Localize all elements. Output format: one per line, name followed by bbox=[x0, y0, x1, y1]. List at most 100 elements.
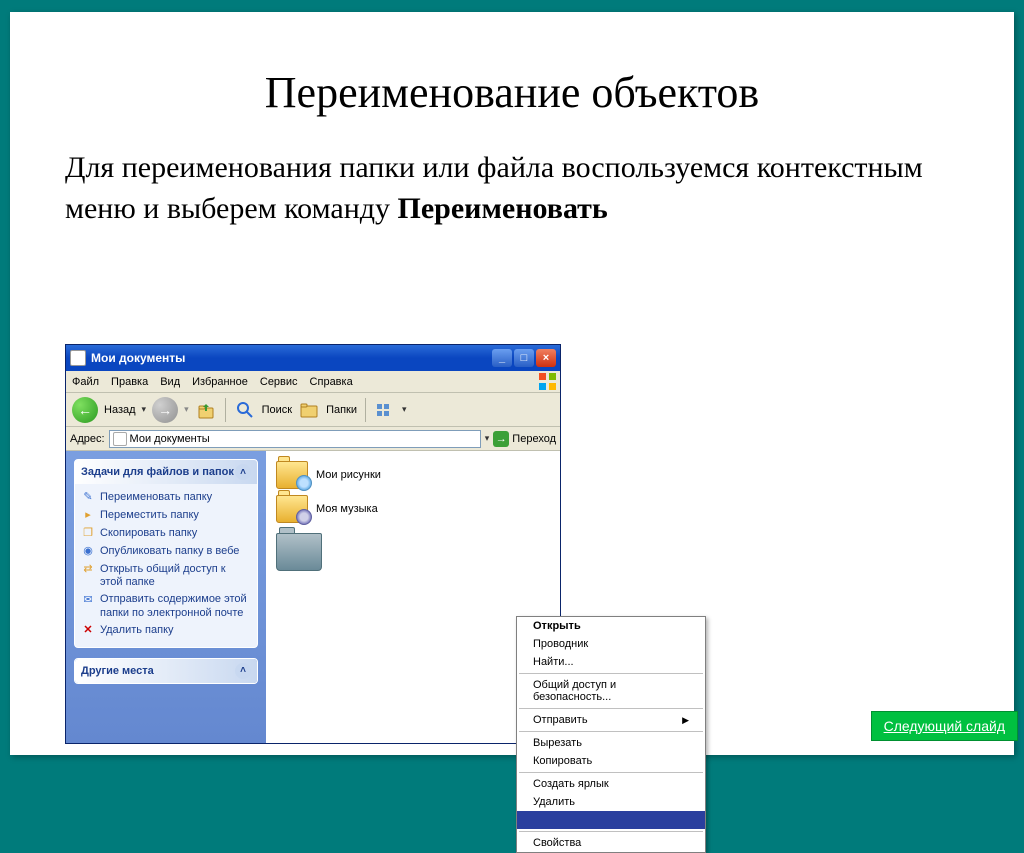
context-send-to[interactable]: Отправить▶ bbox=[517, 711, 705, 729]
menu-tools[interactable]: Сервис bbox=[260, 376, 298, 388]
search-icon[interactable] bbox=[234, 399, 256, 421]
folder-label: Моя музыка bbox=[316, 503, 378, 515]
menu-item-label: Найти... bbox=[533, 656, 574, 668]
collapse-icon: ˄ bbox=[235, 663, 251, 679]
context-open[interactable]: Открыть bbox=[517, 617, 705, 635]
task-label: Скопировать папку bbox=[100, 527, 197, 540]
tasks-header[interactable]: Задачи для файлов и папок ˄ bbox=[75, 460, 257, 484]
context-rename-highlighted[interactable] bbox=[517, 811, 705, 829]
close-button[interactable]: × bbox=[536, 349, 556, 367]
window-title: Мои документы bbox=[91, 351, 492, 365]
collapse-icon: ˄ bbox=[235, 464, 251, 480]
menu-bar: Файл Правка Вид Избранное Сервис Справка bbox=[66, 371, 560, 393]
explorer-window: Мои документы _ □ × Файл Правка Вид Избр… bbox=[65, 344, 561, 744]
task-delete-folder[interactable]: ✕ Удалить папку bbox=[81, 622, 251, 640]
menu-item-label: Удалить bbox=[533, 796, 575, 808]
address-value: Мои документы bbox=[130, 433, 210, 445]
context-find[interactable]: Найти... bbox=[517, 653, 705, 671]
paragraph-bold: Переименовать bbox=[398, 192, 608, 225]
context-separator bbox=[519, 772, 703, 773]
my-documents-icon bbox=[70, 350, 86, 366]
folders-icon[interactable] bbox=[298, 399, 320, 421]
task-label: Отправить содержимое этой папки по элект… bbox=[100, 593, 251, 619]
menu-favorites[interactable]: Избранное bbox=[192, 376, 248, 388]
task-copy-folder[interactable]: ❐ Скопировать папку bbox=[81, 525, 251, 543]
copy-icon: ❐ bbox=[81, 527, 95, 541]
tasks-sidebar: Задачи для файлов и папок ˄ ✎ Переименова… bbox=[66, 451, 266, 743]
task-move-folder[interactable]: ▸Переместить папку bbox=[81, 507, 251, 525]
menu-edit[interactable]: Правка bbox=[111, 376, 148, 388]
slide-title: Переименование объектов bbox=[10, 12, 1014, 148]
menu-file[interactable]: Файл bbox=[72, 376, 99, 388]
pictures-overlay-icon bbox=[296, 475, 312, 491]
up-button[interactable] bbox=[195, 399, 217, 421]
file-pane: Мои рисунки Моя музыка Открыть Проводник bbox=[266, 451, 560, 743]
other-places-box: Другие места ˄ bbox=[74, 658, 258, 684]
share-icon: ⇄ bbox=[81, 563, 95, 577]
minimize-button[interactable]: _ bbox=[492, 349, 512, 367]
folder-icon bbox=[276, 495, 308, 523]
context-separator bbox=[519, 673, 703, 674]
context-cut[interactable]: Вырезать bbox=[517, 734, 705, 752]
folder-label: Мои рисунки bbox=[316, 469, 381, 481]
menu-item-label: Отправить bbox=[533, 714, 588, 726]
views-button[interactable] bbox=[374, 399, 396, 421]
slide: Переименование объектов Для переименован… bbox=[10, 12, 1014, 755]
forward-button[interactable]: → bbox=[152, 397, 178, 423]
tasks-header-label: Задачи для файлов и папок bbox=[81, 466, 234, 478]
context-sharing[interactable]: Общий доступ и безопасность... bbox=[517, 676, 705, 706]
go-label: Переход bbox=[512, 433, 556, 445]
toolbar: ← Назад ▾ → ▾ Поиск Папки ▾ bbox=[66, 393, 560, 427]
task-rename-folder[interactable]: ✎ Переименовать папку bbox=[81, 489, 251, 507]
address-input[interactable]: Мои документы bbox=[109, 430, 481, 448]
music-overlay-icon bbox=[296, 509, 312, 525]
context-explorer[interactable]: Проводник bbox=[517, 635, 705, 653]
task-label: Открыть общий доступ к этой папке bbox=[100, 563, 251, 589]
views-dropdown-icon[interactable]: ▾ bbox=[402, 404, 407, 415]
back-label: Назад bbox=[104, 404, 136, 416]
task-share-folder[interactable]: ⇄ Открыть общий доступ к этой папке bbox=[81, 561, 251, 591]
task-publish-web[interactable]: ◉Опубликовать папку в вебе bbox=[81, 543, 251, 561]
menu-item-label: Проводник bbox=[533, 638, 588, 650]
folder-my-pictures[interactable]: Мои рисунки bbox=[276, 461, 550, 489]
places-header[interactable]: Другие места ˄ bbox=[75, 659, 257, 683]
move-icon: ▸ bbox=[81, 509, 95, 523]
menu-item-label: Копировать bbox=[533, 755, 592, 767]
context-separator bbox=[519, 831, 703, 832]
forward-dropdown-icon: ▾ bbox=[184, 404, 189, 415]
window-titlebar: Мои документы _ □ × bbox=[66, 345, 560, 371]
selected-folder[interactable] bbox=[276, 533, 322, 571]
go-button[interactable]: → Переход bbox=[493, 431, 556, 447]
task-label: Опубликовать папку в вебе bbox=[100, 545, 239, 558]
context-copy[interactable]: Копировать bbox=[517, 752, 705, 770]
search-label: Поиск bbox=[262, 404, 292, 416]
back-button[interactable]: ← bbox=[72, 397, 98, 423]
rename-icon: ✎ bbox=[81, 491, 95, 505]
folder-icon bbox=[276, 461, 308, 489]
places-header-label: Другие места bbox=[81, 665, 154, 677]
address-label: Адрес: bbox=[70, 433, 105, 445]
back-dropdown-icon[interactable]: ▾ bbox=[142, 404, 147, 415]
task-label: Переименовать папку bbox=[100, 491, 212, 504]
next-slide-button[interactable]: Следующий слайд bbox=[871, 711, 1018, 741]
menu-item-label: Свойства bbox=[533, 837, 581, 849]
context-create-shortcut[interactable]: Создать ярлык bbox=[517, 775, 705, 793]
task-label: Удалить папку bbox=[100, 624, 174, 637]
maximize-button[interactable]: □ bbox=[514, 349, 534, 367]
context-delete[interactable]: Удалить bbox=[517, 793, 705, 811]
folder-my-music[interactable]: Моя музыка bbox=[276, 495, 550, 523]
menu-item-label: Создать ярлык bbox=[533, 778, 609, 790]
address-folder-icon bbox=[113, 432, 127, 446]
context-separator bbox=[519, 731, 703, 732]
task-email-contents[interactable]: ✉Отправить содержимое этой папки по элек… bbox=[81, 591, 251, 621]
menu-view[interactable]: Вид bbox=[160, 376, 180, 388]
windows-flag-icon bbox=[539, 373, 557, 391]
context-properties[interactable]: Свойства bbox=[517, 834, 705, 852]
menu-item-label: Общий доступ и безопасность... bbox=[533, 679, 689, 703]
delete-icon: ✕ bbox=[81, 624, 95, 638]
context-separator bbox=[519, 708, 703, 709]
menu-help[interactable]: Справка bbox=[310, 376, 353, 388]
address-dropdown-icon[interactable]: ▾ bbox=[485, 433, 490, 444]
explorer-content: Задачи для файлов и папок ˄ ✎ Переименова… bbox=[66, 451, 560, 743]
go-arrow-icon: → bbox=[493, 431, 509, 447]
